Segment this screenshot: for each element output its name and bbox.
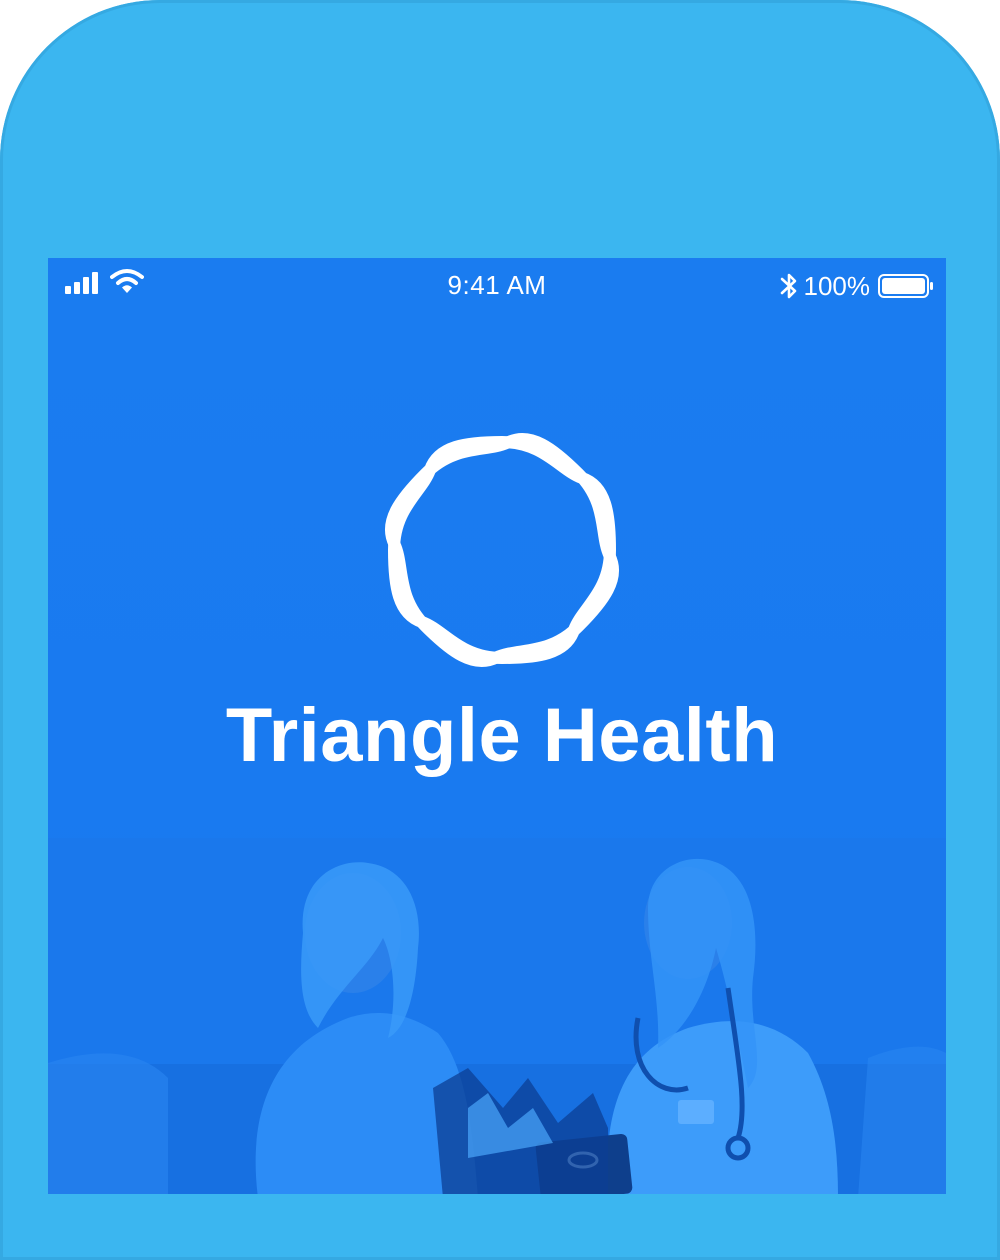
status-right-group: 100% (778, 266, 935, 306)
triangle-health-logo (384, 432, 620, 668)
battery-percentage: 100% (803, 270, 871, 301)
app-title: Triangle Health (225, 693, 779, 778)
status-bar: 9:41 AM 100% (48, 258, 946, 314)
patient-and-doctor-photo (48, 838, 946, 1194)
battery-icon (878, 274, 933, 298)
bluetooth-icon (780, 273, 796, 299)
phone-frame: 9:41 AM 100% Triangle Health (0, 0, 1000, 1260)
app-screen: 9:41 AM 100% Triangle Health (48, 258, 946, 1194)
